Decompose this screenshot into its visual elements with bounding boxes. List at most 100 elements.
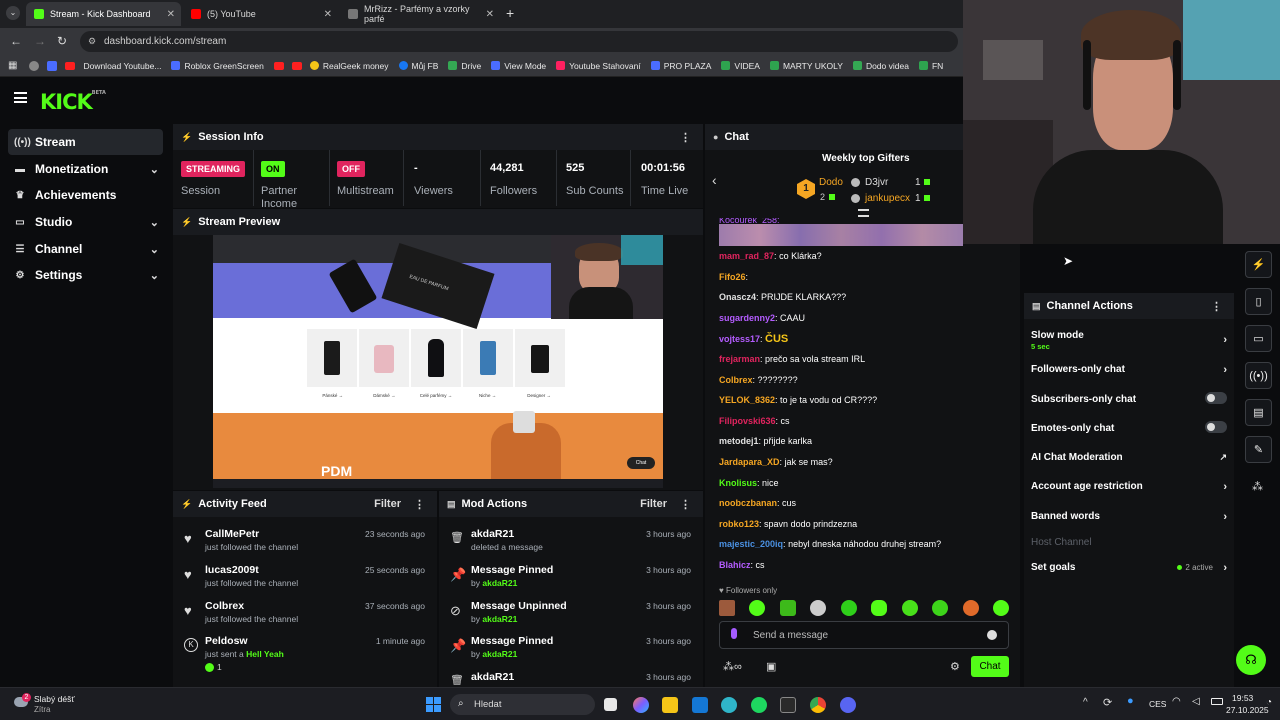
gifter-name[interactable]: D3jvr [865, 177, 888, 188]
tray-chevron-icon[interactable]: ^ [1083, 697, 1088, 708]
close-tab-icon[interactable]: ✕ [167, 9, 175, 20]
task-view-icon[interactable] [604, 698, 617, 711]
chat-settings-icon[interactable]: ⚙ [950, 660, 960, 673]
bookmark-item[interactable]: Roblox GreenScreen [171, 61, 264, 71]
emote-icon[interactable] [719, 600, 735, 616]
chat-username[interactable]: vojtess17 [719, 334, 760, 344]
quick-action-chat-icon[interactable]: ▭ [1245, 325, 1272, 352]
activity-user[interactable]: CallMePetr [205, 528, 259, 540]
quick-action-wrench-icon[interactable]: ✎ [1245, 436, 1272, 463]
tray-battery-icon[interactable] [1211, 698, 1223, 705]
subscribers-only-toggle[interactable] [1205, 392, 1227, 404]
bookmark-item[interactable]: PRO PLAZA [650, 61, 711, 71]
close-tab-icon[interactable]: ✕ [324, 9, 332, 20]
tray-sync-icon[interactable]: ⟳ [1103, 696, 1112, 709]
bookmark-youtube-icon[interactable] [273, 61, 284, 70]
mod-user[interactable]: akdaR21 [482, 578, 517, 588]
bookmark-icon-1[interactable] [29, 60, 40, 71]
back-icon[interactable]: ← [10, 34, 22, 48]
url-field[interactable]: ⚙ dashboard.kick.com/stream [80, 31, 958, 52]
gift-box-icon[interactable]: ▣ [766, 660, 776, 673]
emote-icon[interactable] [901, 600, 918, 616]
spotify-icon[interactable] [751, 697, 767, 713]
more-options-icon[interactable]: ⋮ [680, 131, 691, 144]
terminal-icon[interactable] [780, 697, 796, 713]
chat-username[interactable]: robko123 [719, 519, 759, 529]
apps-grid-icon[interactable]: ▦ [8, 60, 17, 71]
chat-username[interactable]: mam_rad_87 [719, 251, 774, 261]
more-options-icon[interactable]: ⋮ [680, 498, 691, 511]
discord-icon[interactable] [840, 697, 856, 713]
chat-tools-icon[interactable]: ⁂∞ [723, 660, 742, 673]
action-subscribers-only[interactable]: Subscribers-only chat [1031, 392, 1227, 405]
bookmark-item[interactable]: View Mode [491, 61, 546, 71]
chat-username[interactable]: Filipovski636 [719, 416, 776, 426]
activity-user[interactable]: lucas2009t [205, 564, 259, 576]
clock-date[interactable]: 27.10.2025 [1226, 705, 1269, 715]
bookmark-item[interactable]: Youtube Stahovaní [556, 61, 641, 71]
tab-mrrizz[interactable]: MrRizz - Parfémy a vzorky parfé ✕ [340, 2, 500, 26]
gifters-prev-icon[interactable]: ‹ [712, 172, 717, 188]
reload-icon[interactable]: ↻ [57, 34, 67, 48]
activity-user[interactable]: Peldosw [205, 635, 248, 647]
emote-icon[interactable] [810, 600, 827, 616]
action-emotes-only[interactable]: Emotes-only chat [1031, 421, 1227, 434]
chat-username[interactable]: YELOK_8362 [719, 395, 775, 405]
bookmark-item[interactable]: Download Youtube... [83, 61, 161, 71]
forward-icon[interactable]: → [34, 34, 46, 48]
bookmark-item[interactable]: Dodo videa [852, 61, 909, 71]
outlook-icon[interactable] [692, 697, 708, 713]
tray-language[interactable]: CES [1149, 699, 1166, 709]
action-ai-moderation[interactable]: AI Chat Moderation ↗ [1031, 452, 1227, 463]
emoji-icon[interactable] [987, 630, 997, 640]
tab-youtube[interactable]: (5) YouTube ✕ [183, 2, 338, 26]
site-info-icon[interactable]: ⚙ [88, 31, 96, 52]
chat-send-button[interactable]: Chat [971, 656, 1009, 677]
emote-icon[interactable] [962, 600, 979, 616]
more-options-icon[interactable]: ⋮ [1211, 300, 1222, 313]
chat-username[interactable]: noobczbanan [719, 498, 777, 508]
quick-action-clipboard-icon[interactable]: ▯ [1245, 288, 1272, 315]
kick-logo[interactable]: KICKBETA [40, 90, 106, 114]
microphone-icon[interactable] [731, 628, 737, 639]
bookmark-item[interactable]: Můj FB [398, 61, 438, 71]
tray-mic-icon[interactable]: ● [1127, 695, 1134, 707]
mod-user[interactable]: akdaR21 [471, 671, 514, 683]
action-slow-mode[interactable]: Slow mode 5 sec › [1031, 330, 1227, 351]
edge-icon[interactable] [721, 697, 737, 713]
bookmark-item[interactable]: Drive [448, 61, 481, 71]
chat-username[interactable]: majestic_200iq [719, 539, 783, 549]
chat-username[interactable]: metodej1 [719, 436, 759, 446]
emote-icon[interactable] [779, 600, 796, 616]
bookmark-item[interactable]: VIDEA [721, 61, 760, 71]
chat-username[interactable]: Blahicz [719, 560, 751, 570]
chat-username[interactable]: Knolisus [719, 478, 757, 488]
emotes-only-toggle[interactable] [1205, 421, 1227, 433]
more-options-icon[interactable]: ⋮ [414, 498, 425, 511]
action-account-age[interactable]: Account age restriction › [1031, 481, 1227, 493]
chat-username[interactable]: Onascz4 [719, 292, 756, 302]
emote-icon[interactable] [840, 600, 857, 616]
bookmark-item[interactable]: MARTY UKOLY [769, 61, 843, 71]
taskbar-search[interactable]: ⌕ Hledat [450, 694, 595, 715]
gifter-name[interactable]: Dodo [819, 177, 843, 188]
sidebar-item-channel[interactable]: ☰ Channel ⌄ [8, 236, 163, 262]
close-tab-icon[interactable]: ✕ [486, 9, 494, 20]
bookmark-item[interactable]: RealGeek money [309, 61, 389, 71]
sidebar-item-achievements[interactable]: ♛ Achievements [8, 182, 163, 208]
chrome-icon[interactable] [810, 697, 826, 713]
stream-preview-video[interactable]: EAU DE PARFUM Pánské → Dámské → Celé par… [213, 235, 663, 488]
action-set-goals[interactable]: Set goals 2 active › [1031, 562, 1227, 574]
mod-user[interactable]: akdaR21 [471, 528, 514, 540]
gifter-name[interactable]: jankupecx [865, 193, 910, 204]
filter-button[interactable]: Filter [374, 498, 401, 510]
copilot-icon[interactable] [633, 697, 649, 713]
emote-icon[interactable] [932, 600, 949, 616]
clock-time[interactable]: 19:53 [1232, 693, 1253, 703]
tray-volume-icon[interactable]: ◁ [1192, 696, 1200, 707]
sidebar-item-stream[interactable]: ((•)) Stream [8, 129, 163, 155]
bookmark-item[interactable]: FN [918, 61, 943, 71]
pinned-collapse-icon[interactable] [858, 209, 869, 217]
action-banned-words[interactable]: Banned words › [1031, 511, 1227, 523]
chat-username[interactable]: Jardapara_XD [719, 457, 780, 467]
